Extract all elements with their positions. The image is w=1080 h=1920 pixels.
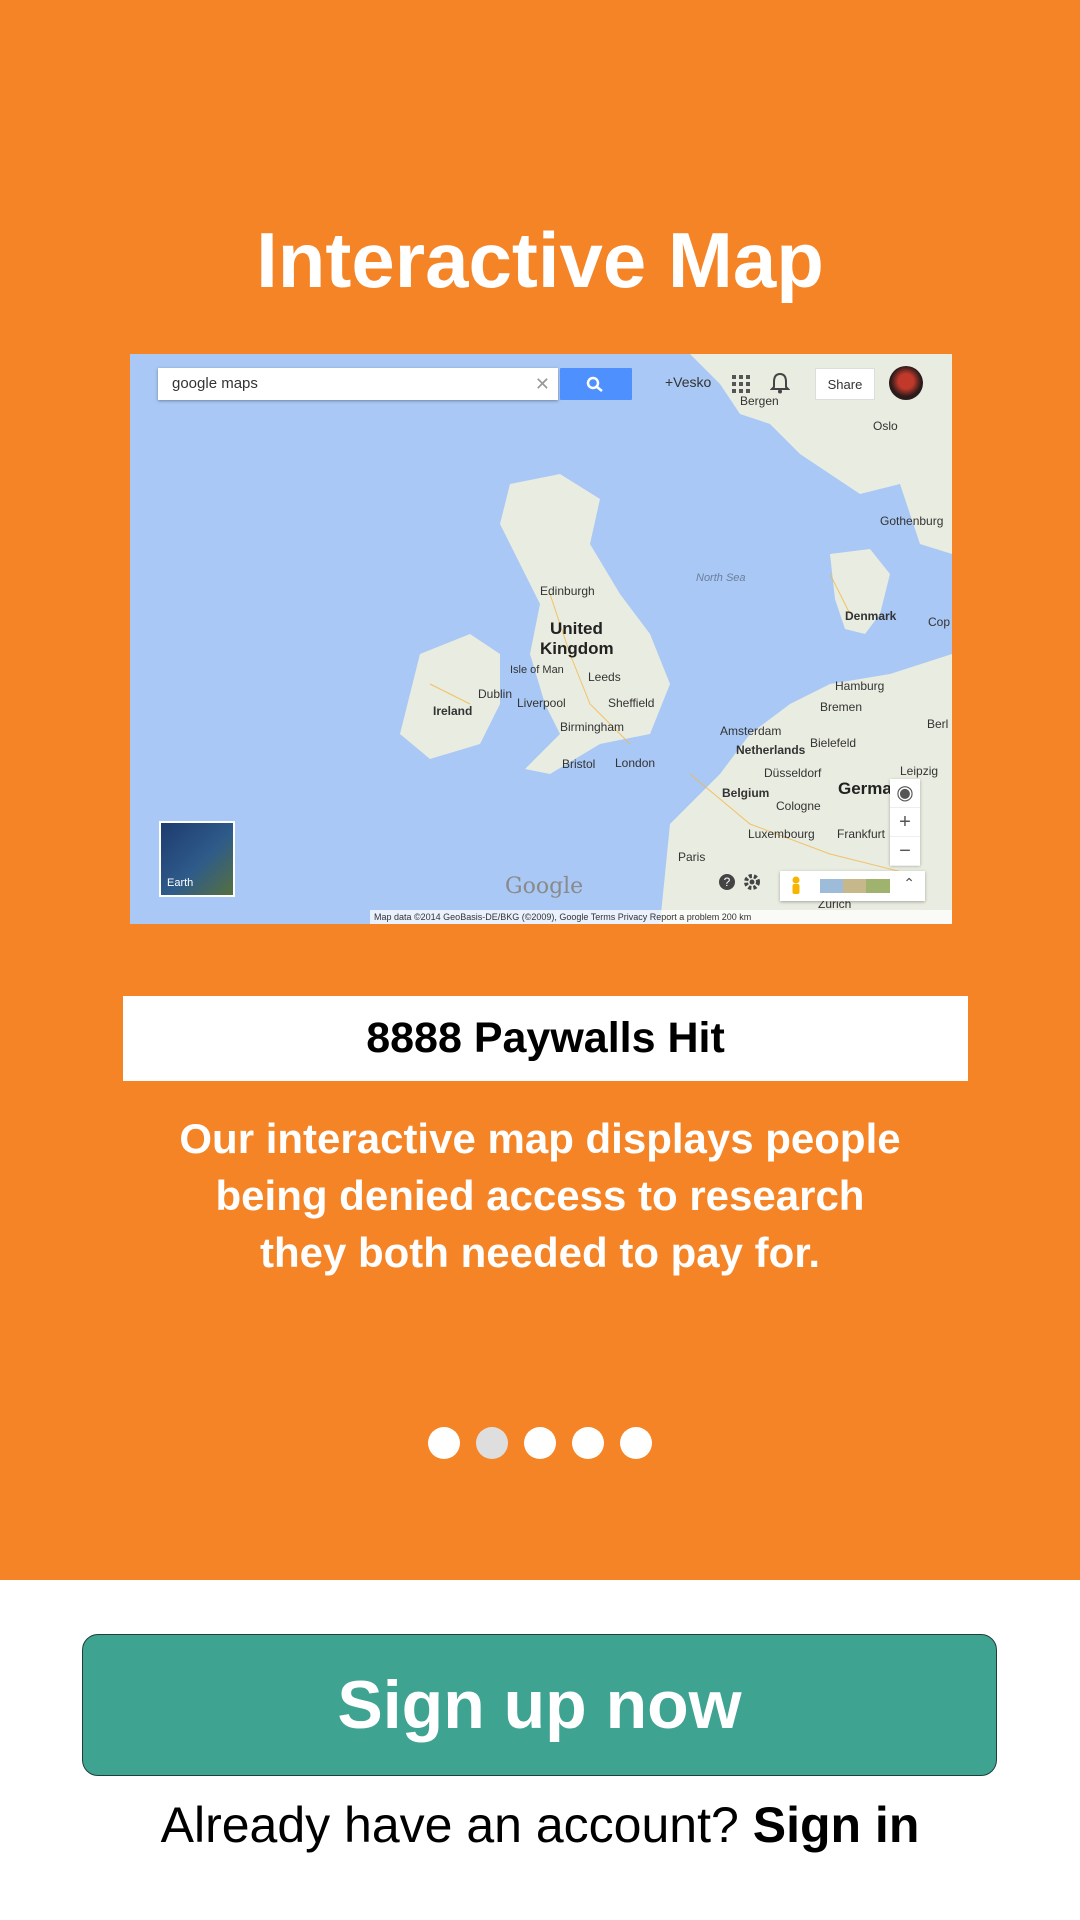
hero-section: Interactive Map google maps ✕ +Vesko Sha… (0, 0, 1080, 1580)
map-label-hamburg: Hamburg (835, 679, 885, 693)
map-label-united: United (550, 619, 603, 638)
map-label-liverpool: Liverpool (517, 696, 566, 710)
expand-icon[interactable]: ⌃ (903, 875, 915, 892)
carousel-dot-4[interactable] (572, 1427, 604, 1459)
zoom-in-button[interactable]: + (890, 808, 920, 837)
map-label-london: London (615, 756, 656, 770)
map-label-netherlands: Netherlands (736, 743, 806, 757)
sign-in-row: Already have an account? Sign in (0, 1790, 1080, 1860)
apps-grid-icon[interactable] (732, 375, 750, 393)
map-label-bristol: Bristol (562, 757, 596, 771)
page-title: Interactive Map (256, 216, 824, 304)
map-label-dusseldorf: Düsseldorf (764, 766, 822, 780)
map-label-frankfurt: Frankfurt (837, 827, 886, 841)
zoom-out-button[interactable]: − (890, 837, 920, 866)
map-screenshot[interactable]: google maps ✕ +Vesko Share Bergen Oslo G… (130, 354, 952, 924)
map-label-leeds: Leeds (588, 670, 621, 684)
map-attribution: Map data ©2014 GeoBasis-DE/BKG (©2009), … (370, 910, 952, 924)
map-label-birmingham: Birmingham (560, 720, 625, 734)
map-label-kingdom: Kingdom (540, 639, 614, 658)
earth-label: Earth (167, 877, 194, 889)
bell-icon[interactable] (770, 372, 790, 394)
sign-in-prompt: Already have an account? (160, 1797, 739, 1853)
search-icon (586, 376, 603, 392)
carousel-dot-2[interactable] (476, 1427, 508, 1459)
clear-icon[interactable]: ✕ (535, 368, 550, 400)
map-label-oslo: Oslo (873, 419, 898, 433)
map-label-paris: Paris (678, 850, 706, 864)
google-logo: Google (505, 874, 584, 899)
gear-icon[interactable] (743, 873, 761, 891)
earth-view-toggle[interactable]: Earth (159, 821, 235, 897)
map-label-belgium: Belgium (722, 786, 770, 800)
map-label-berl: Berl (927, 717, 949, 731)
map-search-input[interactable]: google maps ✕ (158, 368, 558, 400)
map-share-button[interactable]: Share (815, 368, 875, 400)
map-label-luxembourg: Luxembourg (748, 827, 815, 841)
map-label-sheffield: Sheffield (608, 696, 655, 710)
carousel-indicator (0, 1427, 1080, 1461)
carousel-dot-3[interactable] (524, 1427, 556, 1459)
map-label-dublin: Dublin (478, 687, 513, 701)
map-label-gothenburg: Gothenburg (880, 514, 944, 528)
help-icon[interactable]: ? (718, 873, 736, 891)
map-search-button[interactable] (560, 368, 632, 400)
map-imagery-bar[interactable]: ⌃ (780, 871, 925, 901)
map-label-bielefeld: Bielefeld (810, 736, 857, 750)
description-line-1: Our interactive map displays people (179, 1115, 901, 1162)
map-label-isle-of-man: Isle of Man (510, 664, 564, 676)
map-label-leipzig: Leipzig (900, 764, 939, 778)
map-label-ireland: Ireland (433, 704, 473, 718)
imagery-thumbnails[interactable] (820, 879, 890, 893)
sign-up-button[interactable]: Sign up now (82, 1634, 997, 1776)
map-label-cop: Cop (928, 615, 951, 629)
svg-text:?: ? (724, 875, 731, 889)
description-line-2: being denied access to research (215, 1172, 865, 1219)
locate-icon[interactable]: ◉ (890, 779, 920, 808)
description-text: Our interactive map displays people bein… (90, 1110, 990, 1281)
carousel-dot-1[interactable] (428, 1427, 460, 1459)
map-label-bergen: Bergen (740, 394, 779, 408)
paywalls-hit-counter: 8888 Paywalls Hit (123, 996, 968, 1081)
carousel-dot-5[interactable] (620, 1427, 652, 1459)
map-label-north-sea: North Sea (696, 572, 746, 584)
zoom-controls: ◉ + − (890, 779, 920, 866)
avatar[interactable] (889, 366, 923, 400)
sign-in-link[interactable]: Sign in (753, 1797, 920, 1853)
description-line-3: they both needed to pay for. (259, 1229, 821, 1276)
pegman-icon[interactable] (790, 876, 802, 896)
map-label-cologne: Cologne (776, 799, 821, 813)
map-label-denmark: Denmark (845, 609, 897, 623)
map-search-value: google maps (172, 375, 258, 392)
map-user-link[interactable]: +Vesko (665, 374, 711, 390)
map-label-bremen: Bremen (820, 700, 863, 714)
map-label-edinburgh: Edinburgh (540, 584, 595, 598)
map-label-amsterdam: Amsterdam (720, 724, 782, 738)
map-label-germa: Germa (838, 779, 892, 798)
